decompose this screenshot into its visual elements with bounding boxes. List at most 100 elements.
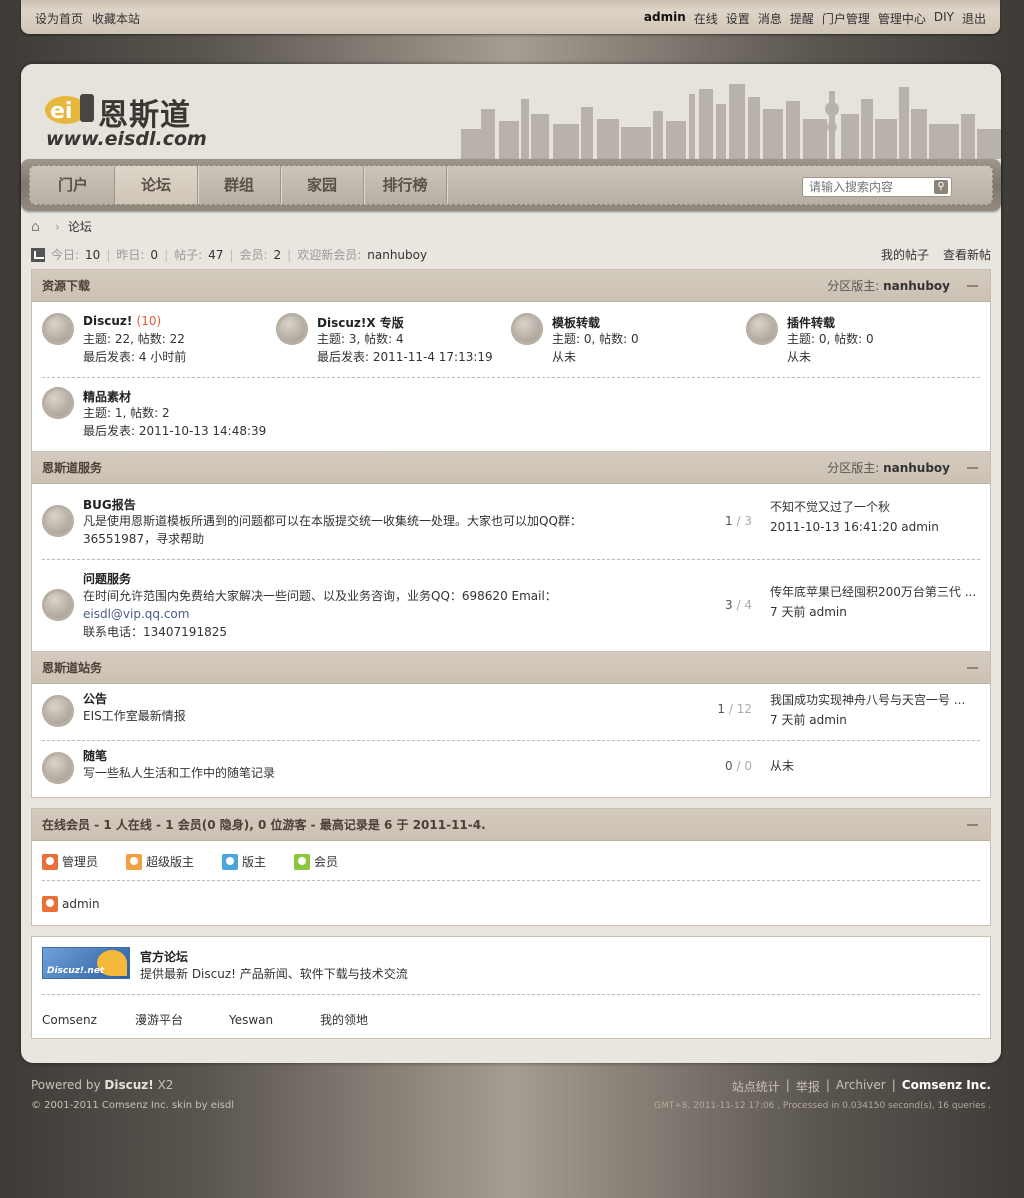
discuz-link[interactable]: Discuz! (104, 1078, 153, 1092)
last-post-none: 从未 (770, 759, 795, 773)
forum-icon[interactable] (42, 313, 74, 345)
link-comsenz[interactable]: Comsenz (42, 1013, 97, 1027)
set-homepage-link[interactable]: 设为首页 (35, 10, 83, 27)
last-post: 从未 (770, 756, 980, 776)
forum-title[interactable]: Discuz! (10) (83, 314, 161, 328)
forum-last-post: 最后发表: 2011-11-4 17:13:19 (317, 350, 493, 364)
category-title[interactable]: 恩斯道站务 (42, 661, 102, 675)
forum-title[interactable]: Discuz!X 专版 (317, 314, 404, 331)
last-post-link[interactable]: 传年底苹果已经囤积200万台第三代 ... (770, 582, 980, 602)
forum-title[interactable]: BUG报告 (83, 496, 136, 513)
messages-link[interactable]: 消息 (758, 10, 782, 27)
logout-link[interactable]: 退出 (962, 10, 986, 27)
discuz-logo-link[interactable]: Discuz!.net (42, 947, 130, 979)
divider: | (891, 1078, 896, 1092)
forum-icon[interactable] (746, 313, 778, 345)
new-count: (10) (136, 314, 162, 328)
forum-stats: 主题: 22, 帖数: 22 最后发表: 4 小时前 (83, 330, 186, 366)
link-yeswan[interactable]: Yeswan (229, 1013, 273, 1027)
main-wrapper: ei 恩斯道 www.eisdl.com 门户 论坛 群组 家园 排行榜 请输入… (21, 64, 1001, 1063)
forum-icon[interactable] (42, 589, 74, 621)
forum-desc-text: 36551987，寻求帮助 (83, 532, 205, 546)
category-header: 资源下载 分区版主: nanhuboy (32, 270, 990, 302)
legend-label: 会员 (314, 855, 339, 869)
new-posts-link[interactable]: 查看新帖 (943, 246, 991, 263)
online-user[interactable]: admin (42, 896, 100, 912)
report-link[interactable]: 举报 (796, 1078, 820, 1095)
nav-home[interactable]: 家园 (281, 166, 364, 204)
collapse-icon[interactable] (967, 667, 978, 669)
forum-icon[interactable] (42, 505, 74, 537)
admin-user-icon (42, 896, 58, 912)
link-my-territory[interactable]: 我的领地 (320, 1011, 368, 1028)
email-link[interactable]: eisdl@vip.qq.com (83, 605, 603, 623)
moderator-name[interactable]: nanhuboy (883, 279, 950, 293)
forum-icon[interactable] (42, 695, 74, 727)
notifications-link[interactable]: 提醒 (790, 10, 814, 27)
breadcrumb-current[interactable]: 论坛 (68, 218, 92, 235)
bookmark-link[interactable]: 收藏本站 (92, 10, 140, 27)
forum-title[interactable]: 模板转载 (552, 314, 600, 331)
category-header: 恩斯道站务 (32, 652, 990, 684)
forum-icon[interactable] (42, 387, 74, 419)
link-manyou[interactable]: 漫游平台 (135, 1011, 183, 1028)
official-forum-link[interactable]: 官方论坛 (140, 948, 188, 965)
forum-counts: 主题: 22, 帖数: 22 (83, 332, 185, 346)
forum-title[interactable]: 插件转载 (787, 314, 835, 331)
online-username[interactable]: admin (62, 897, 100, 911)
nav-groups[interactable]: 群组 (198, 166, 281, 204)
slash: / (736, 598, 741, 612)
category-header: 恩斯道服务 分区版主: nanhuboy (32, 452, 990, 484)
collapse-icon[interactable] (967, 285, 978, 287)
legend-member: 会员 (294, 853, 338, 870)
my-posts-link[interactable]: 我的帖子 (881, 246, 929, 263)
last-post-link[interactable]: 不知不觉又过了一个秋 (770, 497, 980, 517)
site-logo[interactable]: ei 恩斯道 www.eisdl.com (44, 86, 214, 151)
forum-icon[interactable] (511, 313, 543, 345)
search-icon[interactable]: ⚲ (934, 180, 948, 194)
forum-counts: 主题: 3, 帖数: 4 (317, 332, 404, 346)
archiver-link[interactable]: Archiver (836, 1078, 886, 1095)
forum-title[interactable]: 精品素材 (83, 388, 131, 405)
last-post-link[interactable]: 我国成功实现神舟八号与天宫一号 ... (770, 690, 980, 710)
forum-stats: 主题: 3, 帖数: 4 最后发表: 2011-11-4 17:13:19 (317, 330, 493, 366)
stats-yesterday-value: 0 (150, 247, 159, 262)
last-post: 传年底苹果已经囤积200万台第三代 ... 7 天前 admin (770, 582, 980, 622)
legend-label: 管理员 (62, 855, 99, 869)
nav-ranking[interactable]: 排行榜 (364, 166, 447, 204)
nav-forum[interactable]: 论坛 (115, 166, 198, 204)
category-title[interactable]: 恩斯道服务 (42, 461, 102, 475)
settings-link[interactable]: 设置 (726, 10, 750, 27)
admin-center-link[interactable]: 管理中心 (878, 10, 926, 27)
thread-count: 1 (717, 702, 726, 716)
category-title[interactable]: 资源下载 (42, 279, 90, 293)
version: X2 (157, 1078, 174, 1092)
nav-portal[interactable]: 门户 (32, 166, 115, 204)
portal-admin-link[interactable]: 门户管理 (822, 10, 870, 27)
category-services: 恩斯道服务 分区版主: nanhuboy BUG报告 凡是使用恩斯道模板所遇到的… (31, 451, 991, 652)
forum-desc-text: 联系电话：13407191825 (83, 625, 227, 639)
username-link[interactable]: admin (644, 10, 686, 27)
collapse-icon[interactable] (967, 467, 978, 469)
forum-icon[interactable] (276, 313, 308, 345)
forum-title[interactable]: 随笔 (83, 747, 107, 764)
collapse-icon[interactable] (967, 824, 978, 826)
forum-last-post: 最后发表: 2011-10-13 14:48:39 (83, 424, 267, 438)
comsenz-link[interactable]: Comsenz Inc. (902, 1078, 991, 1095)
diy-link[interactable]: DIY (934, 10, 954, 27)
forum-title[interactable]: 问题服务 (83, 570, 131, 587)
super-mod-user-icon (126, 853, 142, 870)
home-icon[interactable]: ⌂ (31, 220, 47, 234)
forum-icon[interactable] (42, 752, 74, 784)
powered-label: Powered by (31, 1078, 101, 1092)
moderator-name[interactable]: nanhuboy (883, 461, 950, 475)
forum-name: Discuz! (83, 314, 133, 328)
site-stats-link[interactable]: 站点统计 (732, 1078, 780, 1095)
divider: | (785, 1078, 790, 1092)
forum-title[interactable]: 公告 (83, 690, 107, 707)
online-link[interactable]: 在线 (694, 10, 718, 27)
last-post-info: 7 天前 admin (770, 713, 847, 727)
search-input[interactable] (803, 178, 923, 196)
footer-links: 站点统计 | 举报 | Archiver | Comsenz Inc. (732, 1078, 991, 1095)
stats-newmember-link[interactable]: nanhuboy (367, 248, 427, 262)
